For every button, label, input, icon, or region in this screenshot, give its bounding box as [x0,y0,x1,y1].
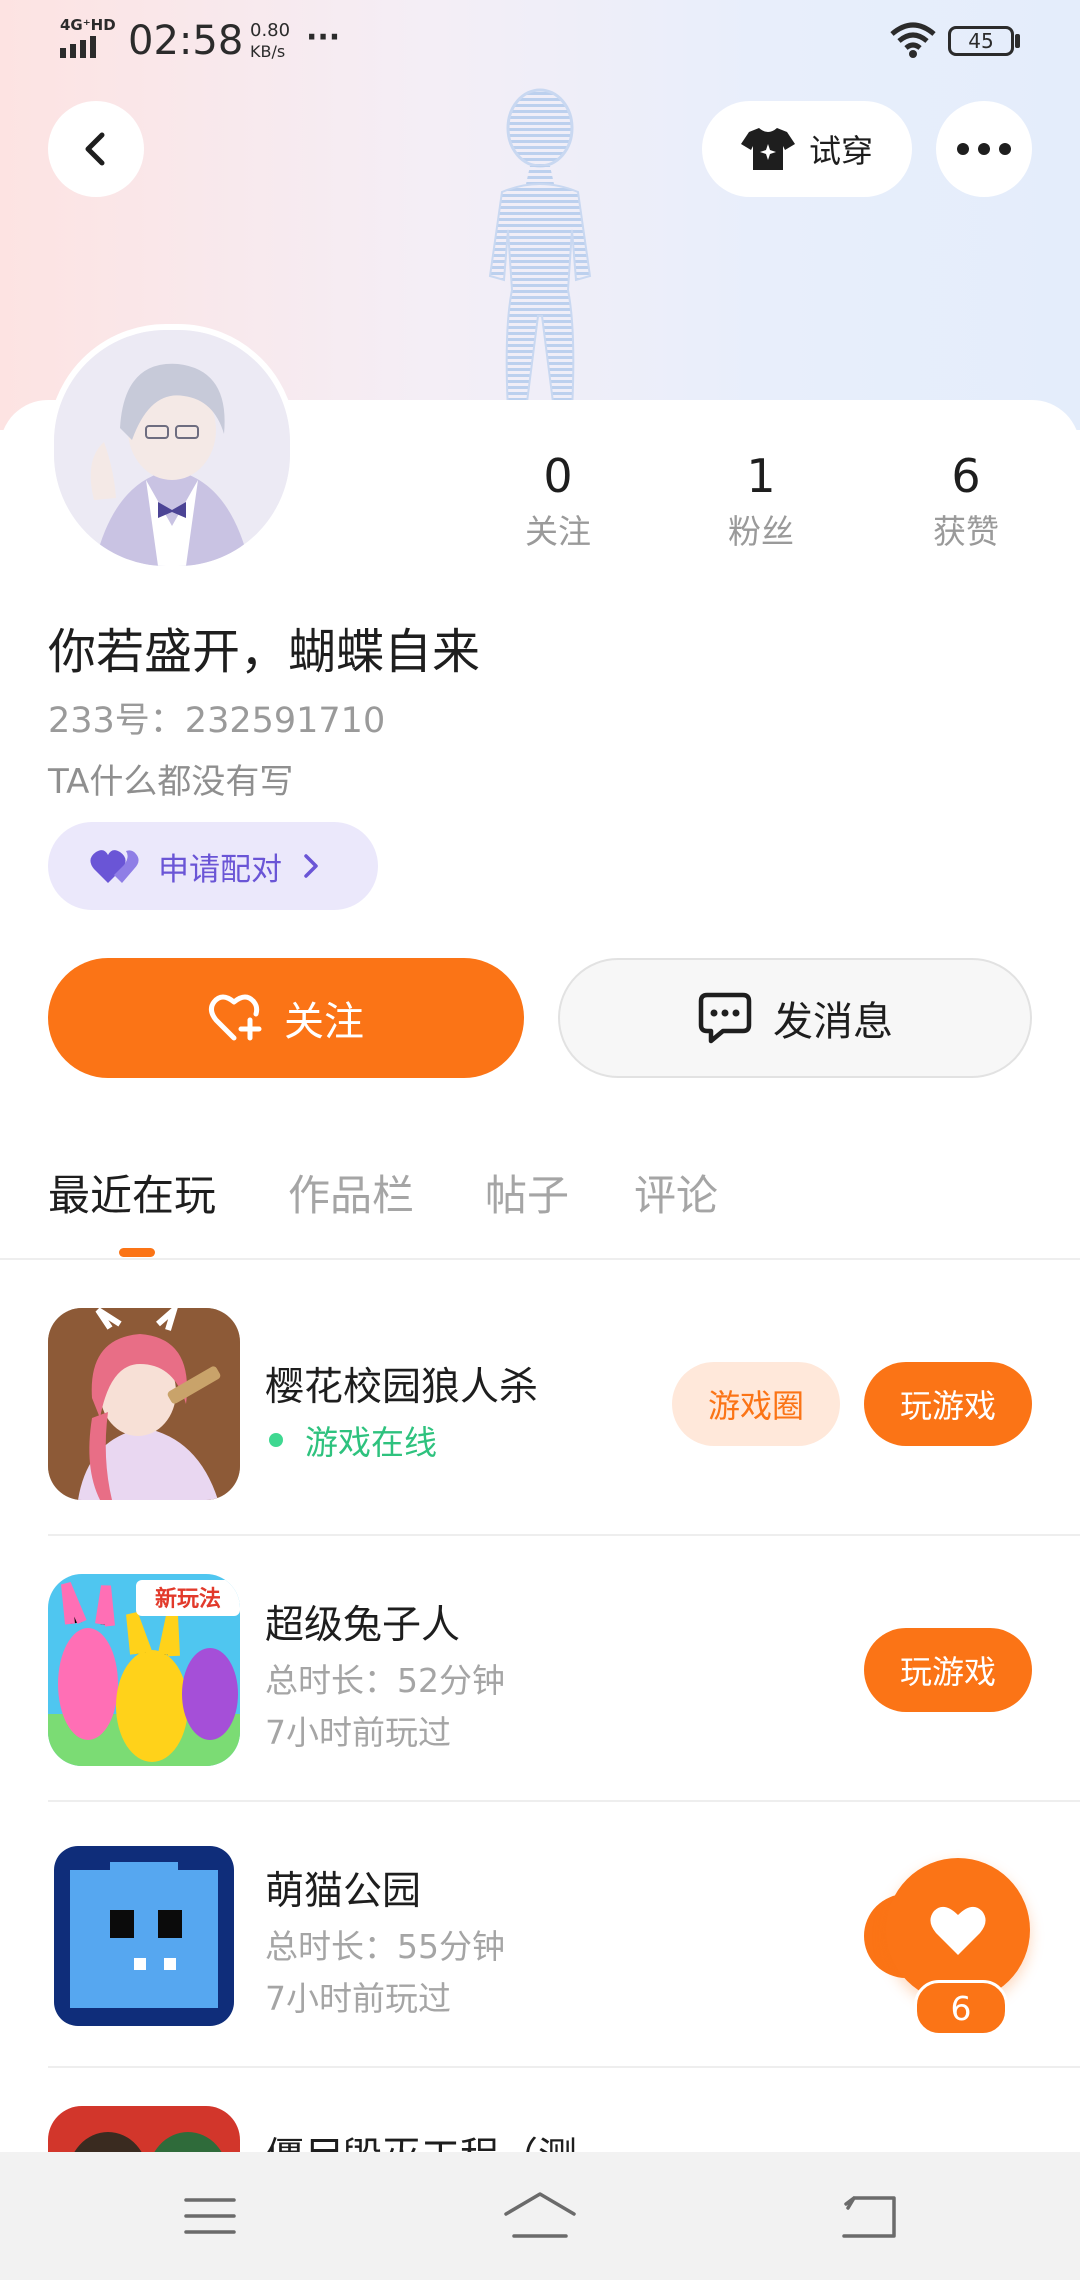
menu-icon[interactable] [184,2196,236,2236]
tab-comments[interactable]: 评论 [634,1162,718,1223]
heart-icon [930,1906,986,1955]
shirt-icon [740,128,795,170]
try-on-label: 试穿 [808,132,873,170]
home-icon[interactable] [504,2192,576,2238]
signal-icon [60,36,96,58]
game-icon-sakura [48,1308,240,1500]
avatar[interactable] [48,324,296,572]
heart-plus-icon [208,994,262,1041]
network-speed-unit: KB/s [250,42,286,61]
chat-bubble-icon [698,992,752,1044]
tabs-divider [0,1258,1080,1260]
game-icon-image: 新玩法 [48,1574,240,1766]
game-icon-super-bunny: 新玩法 [48,1574,240,1766]
send-message-button[interactable]: 发消息 [558,958,1032,1078]
followers-label: 粉丝 [728,512,794,551]
game-icon-image [48,1308,240,1500]
request-pair-button[interactable]: 申请配对 [48,822,378,910]
status-bar: 4G⁺HD 02:58 0.80 KB/s ··· 45 [0,0,1080,80]
wifi-icon [890,22,936,58]
game-row[interactable]: 樱花校园狼人杀 游戏在线 游戏圈 玩游戏 [0,1284,1080,1550]
game-total-duration: 总时长：52分钟 [265,1661,505,1700]
game-last-played: 7小时前玩过 [265,1713,451,1752]
stat-followers[interactable]: 1 粉丝 [691,448,831,554]
request-pair-label: 申请配对 [158,851,282,888]
play-game-button[interactable]: 玩游戏 [864,1362,1032,1446]
avatar-image [54,330,290,566]
avatar-figure-icon [488,88,592,410]
game-icon-cute-cat-park [48,1840,240,2032]
network-indicator: 4G⁺HD [60,16,116,34]
battery-cap [1015,34,1020,48]
row-divider [48,1534,1080,1536]
game-icon-zombie [48,2106,240,2152]
tab-indicator [119,1248,155,1257]
online-dot-icon [269,1433,283,1447]
game-icon-image [48,2106,240,2152]
back-nav-icon[interactable] [842,2194,896,2238]
back-button[interactable] [48,101,144,197]
tab-recently-played[interactable]: 最近在玩 [48,1162,216,1223]
following-count: 0 [543,449,573,503]
row-divider [48,1800,1080,1802]
game-circle-button[interactable]: 游戏圈 [672,1362,840,1446]
send-message-label: 发消息 [773,999,893,1045]
status-more: ··· [306,20,341,55]
online-status-label: 游戏在线 [305,1423,437,1462]
tab-works[interactable]: 作品栏 [288,1162,414,1223]
likes-label: 获赞 [933,512,999,551]
game-icon-image [48,1840,240,2032]
system-nav-bar [0,2152,1080,2280]
more-dots-icon [957,143,1011,155]
network-speed-value: 0.80 [250,20,291,41]
game-title: 樱花校园狼人杀 [265,1365,539,1410]
like-count-badge: 6 [914,1980,1008,2036]
profile-name: 你若盛开，蝴蝶自来 [48,624,481,680]
game-badge-text: 新玩法 [155,1586,221,1612]
follow-button[interactable]: 关注 [48,958,524,1078]
chevron-left-icon [85,132,105,166]
game-online-status: 游戏在线 [265,1416,437,1464]
stat-following[interactable]: 0 关注 [488,448,628,554]
following-label: 关注 [525,512,591,551]
game-row[interactable]: 僵尸毁灭工程（测… [0,2082,1080,2152]
chevron-right-icon [304,854,318,878]
followers-count: 1 [746,449,776,503]
status-time: 02:58 [128,18,244,64]
follow-label: 关注 [284,999,364,1045]
more-button[interactable] [936,101,1032,197]
game-title: 僵尸毁灭工程（测… [265,2126,616,2152]
game-title: 萌猫公园 [265,1869,422,1914]
try-on-button[interactable]: 试穿 [702,101,912,197]
game-last-played: 7小时前玩过 [265,1979,451,2018]
game-row[interactable]: 新玩法 超级兔子人 总时长：52分钟 7小时前玩过 玩游戏 [0,1550,1080,1816]
game-title: 超级兔子人 [265,1603,461,1648]
battery-level: 45 [968,29,994,53]
game-total-duration: 总时长：55分钟 [265,1927,505,1966]
profile-bio: TA什么都没有写 [48,762,294,802]
profile-id: 233号：232591710 [48,701,386,741]
tab-posts[interactable]: 帖子 [485,1162,569,1223]
play-game-button[interactable]: 玩游戏 [864,1628,1032,1712]
likes-count: 6 [951,449,981,503]
battery-icon: 45 [948,26,1014,56]
stat-likes[interactable]: 6 获赞 [896,448,1036,554]
row-divider [48,2066,1080,2068]
double-heart-icon [90,850,139,883]
